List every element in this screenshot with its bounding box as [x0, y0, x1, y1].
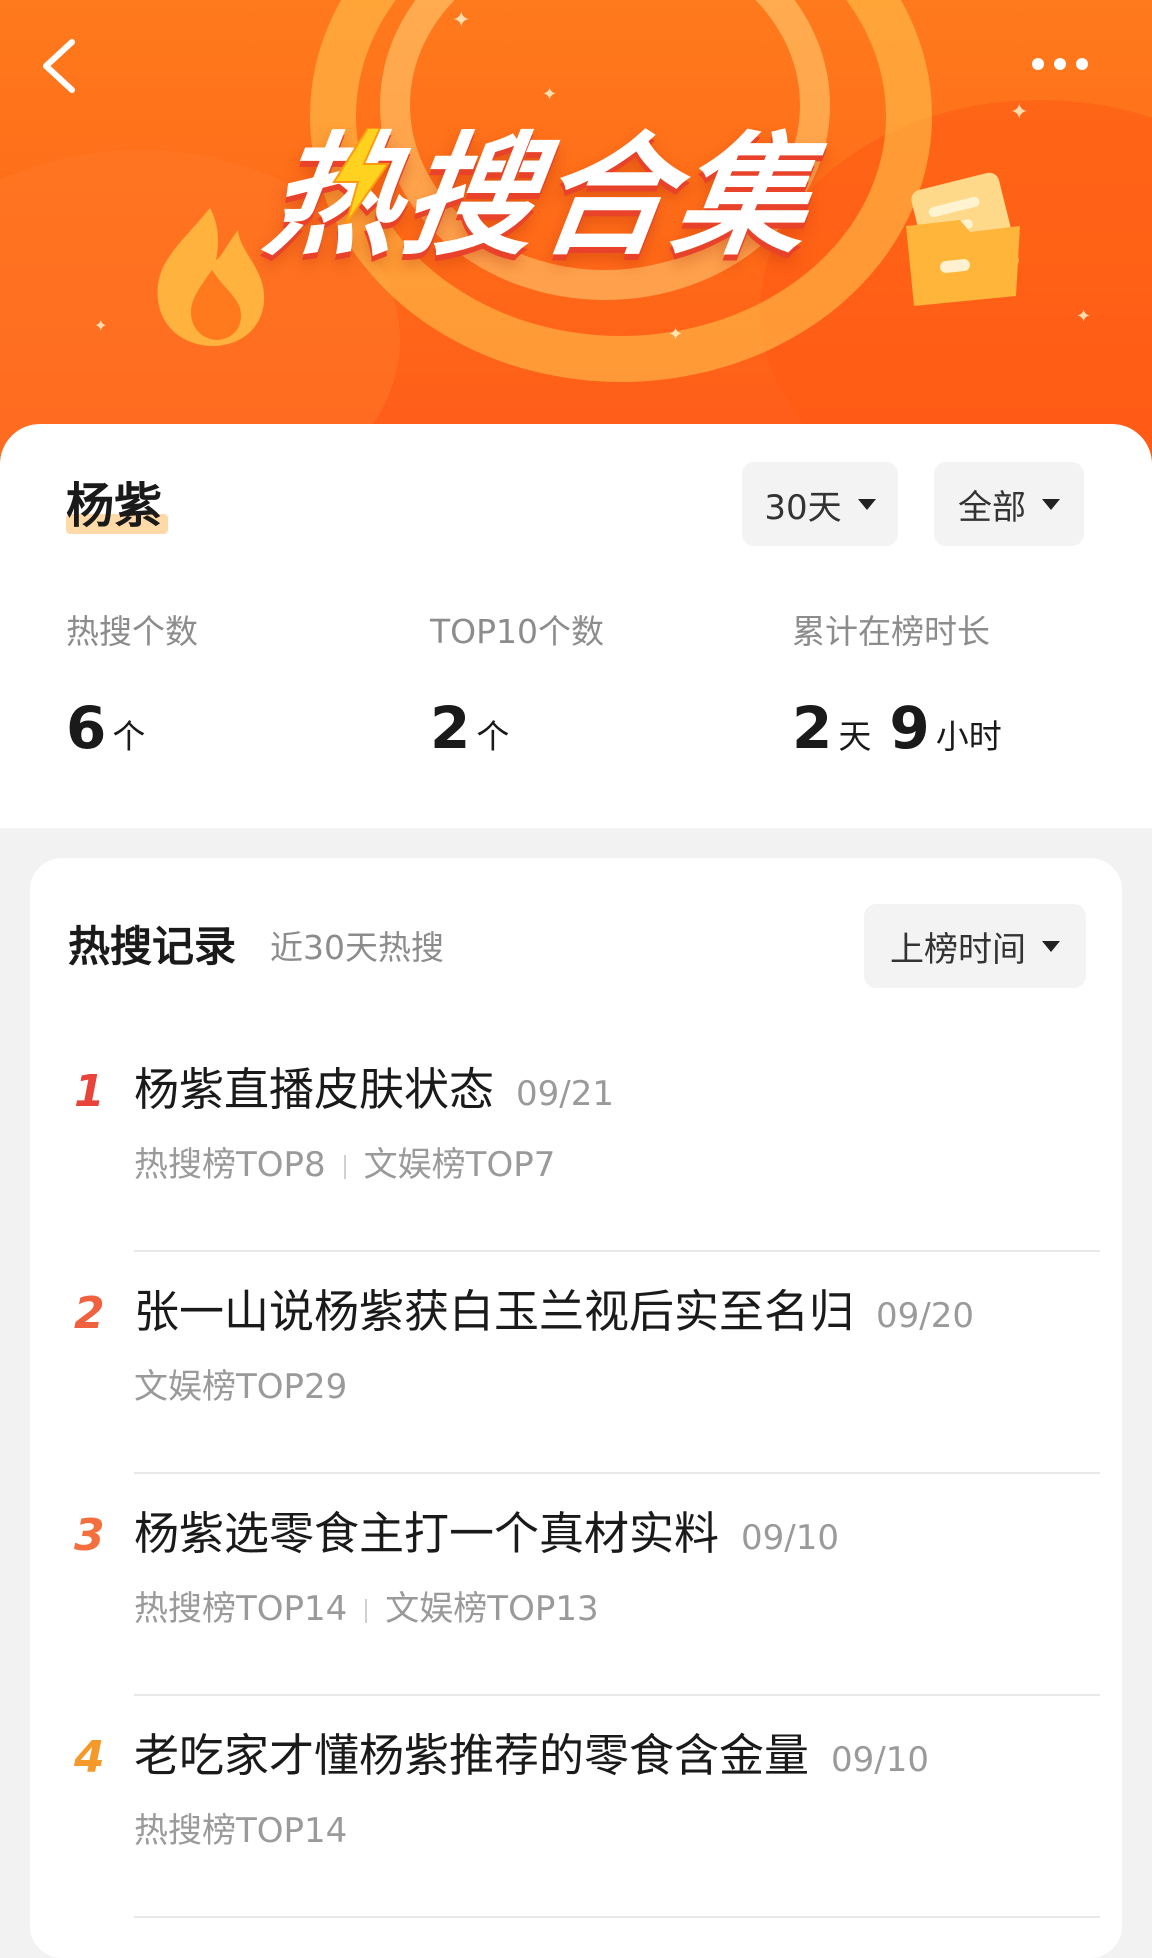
rank-number: 2 [74, 1288, 105, 1339]
item-date: 09/21 [516, 1074, 614, 1114]
item-title-row: 杨紫选零食主打一个真材实料 09/10 [134, 1502, 839, 1570]
rank-number: 4 [74, 1732, 105, 1783]
divider [134, 1916, 1100, 1918]
period-filter-label: 30天 [764, 487, 842, 528]
topic-name-text: 杨紫 [66, 478, 163, 534]
item-title-row: 杨紫直播皮肤状态 09/21 [134, 1058, 614, 1126]
rank-number: 1 [74, 1066, 105, 1117]
tag: 热搜榜TOP14 [134, 1589, 348, 1629]
caret-down-icon [1042, 498, 1060, 510]
stat-hours-unit: 小时 [935, 717, 1002, 756]
item-date: 09/10 [831, 1740, 929, 1780]
item-title: 老吃家才懂杨紫推荐的零食含金量 [134, 1729, 810, 1782]
sparkle-icon: ✦ [452, 8, 471, 33]
tag: 热搜榜TOP8 [134, 1145, 326, 1185]
item-title: 杨紫选零食主打一个真材实料 [134, 1507, 720, 1560]
records-card: 热搜记录 近30天热搜 上榜时间 1 杨紫直播皮肤状态 09/21 热搜榜TOP8… [30, 858, 1122, 1958]
caret-down-icon [857, 498, 876, 510]
item-title: 杨紫直播皮肤状态 [134, 1063, 495, 1116]
lightning-icon [332, 128, 390, 224]
folder-icon [906, 172, 1020, 306]
rank-number: 3 [74, 1510, 105, 1561]
sparkle-icon: ✦ [668, 324, 684, 345]
stat-top10-count: TOP10个数 2 个 [430, 610, 604, 760]
stat-total-duration: 累计在榜时长 2 天 9 小时 [792, 610, 1020, 760]
back-button[interactable] [38, 36, 86, 96]
item-tags: 文娱榜TOP29 [134, 1362, 347, 1412]
tag: 热搜榜TOP14 [134, 1811, 348, 1851]
topic-name: 杨紫 [66, 476, 168, 536]
summary-card: 杨紫 30天 全部 热搜个数 6 个 TOP10个数 2 个 累计在榜时长 2 … [0, 424, 1152, 828]
item-date: 09/20 [876, 1296, 974, 1336]
item-tags: 热搜榜TOP14 文娱榜TOP13 [134, 1584, 599, 1634]
item-title: 张一山说杨紫获白玉兰视后实至名归 [134, 1285, 855, 1338]
list-item[interactable]: 2 张一山说杨紫获白玉兰视后实至名归 09/20 文娱榜TOP29 [30, 1252, 1122, 1474]
period-filter-dropdown[interactable]: 30天 [742, 462, 898, 546]
back-arrow-icon [43, 39, 75, 93]
tag: 文娱榜TOP29 [134, 1367, 348, 1407]
tag: 文娱榜TOP13 [385, 1589, 599, 1629]
stat-hours-value: 9 [889, 694, 930, 762]
stat-unit: 个 [112, 717, 146, 756]
sort-label: 上榜时间 [890, 929, 1026, 970]
stat-unit: 个 [476, 717, 510, 756]
stat-label: TOP10个数 [430, 612, 605, 651]
stat-value: 2 [430, 694, 471, 762]
item-title-row: 老吃家才懂杨紫推荐的零食含金量 09/10 [134, 1724, 929, 1792]
item-title-row: 张一山说杨紫获白玉兰视后实至名归 09/20 [134, 1280, 974, 1348]
more-button[interactable] [1032, 52, 1102, 76]
list-item[interactable]: 3 杨紫选零食主打一个真材实料 09/10 热搜榜TOP14 文娱榜TOP13 [30, 1474, 1122, 1696]
tag-separator [343, 1154, 346, 1179]
stat-label: 累计在榜时长 [792, 612, 990, 651]
more-dots-icon [1054, 58, 1066, 70]
stat-days-value: 2 [792, 694, 833, 762]
category-filter-label: 全部 [958, 487, 1026, 528]
category-filter-dropdown[interactable]: 全部 [934, 462, 1084, 546]
header-banner: ✦ ✦ ✦ ✦ ✦ ✦ 热搜合集 [0, 0, 1152, 470]
stat-days-unit: 天 [838, 717, 872, 756]
sparkle-icon: ✦ [1076, 306, 1092, 327]
records-subtitle: 近30天热搜 [270, 928, 444, 967]
stat-value: 6 [66, 694, 107, 762]
stat-hot-count: 热搜个数 6 个 [66, 610, 198, 760]
stat-label: 热搜个数 [66, 612, 198, 651]
tag-separator [365, 1598, 368, 1623]
tag: 文娱榜TOP7 [363, 1145, 556, 1185]
list-item[interactable]: 1 杨紫直播皮肤状态 09/21 热搜榜TOP8 文娱榜TOP7 [30, 1030, 1122, 1252]
list-item[interactable]: 4 老吃家才懂杨紫推荐的零食含金量 09/10 热搜榜TOP14 [30, 1696, 1122, 1918]
item-tags: 热搜榜TOP14 [134, 1806, 347, 1856]
item-date: 09/10 [741, 1518, 839, 1558]
records-title: 热搜记录 [68, 922, 237, 971]
flame-icon [157, 208, 265, 346]
sparkle-icon: ✦ [94, 316, 108, 335]
sort-dropdown[interactable]: 上榜时间 [864, 904, 1086, 988]
sparkle-icon: ✦ [542, 84, 558, 105]
sparkle-icon: ✦ [1010, 100, 1029, 125]
caret-down-icon [1042, 940, 1060, 952]
more-dots-icon [1032, 58, 1044, 70]
more-dots-icon [1076, 58, 1088, 70]
item-tags: 热搜榜TOP8 文娱榜TOP7 [134, 1140, 555, 1190]
